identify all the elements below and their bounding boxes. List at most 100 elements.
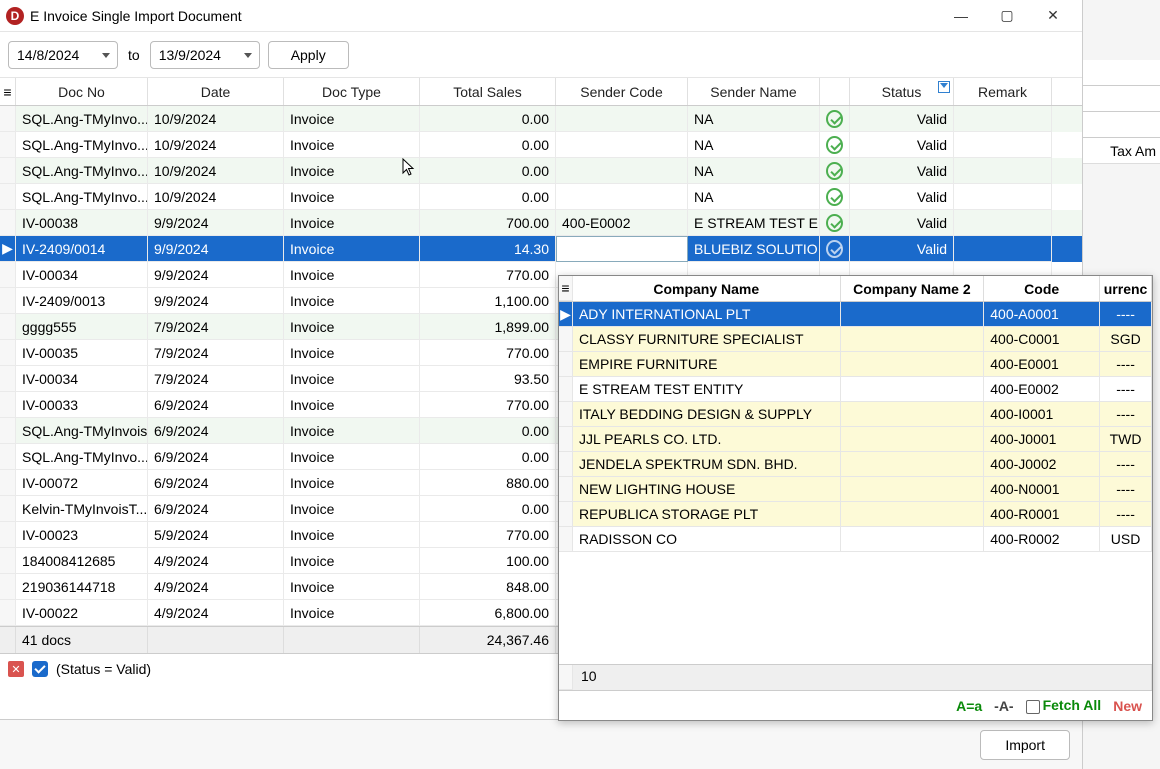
row-indicator	[0, 106, 16, 132]
date-from-input[interactable]: 14/8/2024	[8, 41, 118, 69]
popup-cell-name: NEW LIGHTING HOUSE	[573, 477, 841, 502]
cell-type: Invoice	[284, 522, 420, 548]
popup-cell-code: 400-R0001	[984, 502, 1100, 527]
popup-cell-cur: ----	[1100, 377, 1152, 402]
table-row[interactable]: SQL.Ang-TMyInvo...10/9/2024Invoice0.00NA…	[0, 106, 1082, 132]
sender-code-dropdown-trigger[interactable]	[556, 236, 688, 262]
cell-type: Invoice	[284, 340, 420, 366]
popup-row[interactable]: EMPIRE FURNITURE400-E0001----	[559, 352, 1152, 377]
cell-docno: 219036144718	[16, 574, 148, 600]
cell-docno: SQL.Ang-TMyInvo...	[16, 444, 148, 470]
cell-docno: 184008412685	[16, 548, 148, 574]
table-row[interactable]: IV-000389/9/2024Invoice700.00400-E0002E …	[0, 210, 1082, 236]
cell-type: Invoice	[284, 262, 420, 288]
popup-row[interactable]: RADISSON CO400-R0002USD	[559, 527, 1152, 552]
col-sender-code[interactable]: Sender Code	[556, 78, 688, 105]
titlebar: D E Invoice Single Import Document — ▢ ✕	[0, 0, 1082, 32]
maximize-button[interactable]: ▢	[984, 1, 1030, 31]
cell-type: Invoice	[284, 314, 420, 340]
col-status[interactable]: Status	[850, 78, 954, 105]
fetch-all-checkbox[interactable]: Fetch All	[1026, 697, 1102, 713]
popup-row[interactable]: E STREAM TEST ENTITY400-E0002----	[559, 377, 1152, 402]
popup-row-indicator	[559, 377, 573, 402]
popup-col-currency[interactable]: urrenc	[1100, 276, 1152, 301]
cell-sname: NA	[688, 106, 820, 132]
filter-icon[interactable]	[938, 81, 950, 93]
cell-sales: 0.00	[420, 158, 556, 184]
cell-sales: 6,800.00	[420, 600, 556, 626]
cell-docno: IV-00034	[16, 262, 148, 288]
popup-cell-name2	[841, 477, 985, 502]
cell-sales: 14.30	[420, 236, 556, 262]
table-row[interactable]: SQL.Ang-TMyInvo...10/9/2024Invoice0.00NA…	[0, 132, 1082, 158]
cell-sales: 0.00	[420, 444, 556, 470]
row-indicator	[0, 548, 16, 574]
popup-cell-name: JJL PEARLS CO. LTD.	[573, 427, 841, 452]
col-doctype[interactable]: Doc Type	[284, 78, 420, 105]
col-remark[interactable]: Remark	[954, 78, 1052, 105]
popup-cell-code: 400-E0001	[984, 352, 1100, 377]
cell-type: Invoice	[284, 574, 420, 600]
col-docno[interactable]: Doc No	[16, 78, 148, 105]
col-sender-name[interactable]: Sender Name	[688, 78, 820, 105]
popup-row[interactable]: REPUBLICA STORAGE PLT400-R0001----	[559, 502, 1152, 527]
popup-body: ▶ADY INTERNATIONAL PLT400-A0001----CLASS…	[559, 302, 1152, 552]
date-to-input[interactable]: 13/9/2024	[150, 41, 260, 69]
popup-col-company-name2[interactable]: Company Name 2	[841, 276, 985, 301]
import-button[interactable]: Import	[980, 730, 1070, 760]
popup-cell-code: 400-C0001	[984, 327, 1100, 352]
cell-docno: IV-2409/0014	[16, 236, 148, 262]
popup-row[interactable]: NEW LIGHTING HOUSE400-N0001----	[559, 477, 1152, 502]
popup-row[interactable]: ▶ADY INTERNATIONAL PLT400-A0001----	[559, 302, 1152, 327]
popup-col-company-name[interactable]: Company Name	[573, 276, 841, 301]
row-indicator	[0, 600, 16, 626]
popup-cell-cur: TWD	[1100, 427, 1152, 452]
popup-cell-code: 400-R0002	[984, 527, 1100, 552]
row-indicator	[0, 132, 16, 158]
col-date[interactable]: Date	[148, 78, 284, 105]
popup-row-indicator	[559, 327, 573, 352]
col-status-icon[interactable]	[820, 78, 850, 105]
row-indicator	[0, 366, 16, 392]
cell-sales: 0.00	[420, 132, 556, 158]
popup-cell-name2	[841, 302, 985, 327]
cell-scode	[556, 132, 688, 158]
table-row[interactable]: ▶IV-2409/00149/9/2024Invoice14.30BLUEBIZ…	[0, 236, 1082, 262]
side-panel-hint: Tax Am	[1082, 60, 1160, 164]
popup-row[interactable]: JENDELA SPEKTRUM SDN. BHD.400-J0002----	[559, 452, 1152, 477]
footer-total: 24,367.46	[420, 627, 556, 653]
cell-sname: NA	[688, 132, 820, 158]
popup-row[interactable]: ITALY BEDDING DESIGN & SUPPLY400-I0001--…	[559, 402, 1152, 427]
popup-cell-name2	[841, 527, 985, 552]
cell-status: Valid	[850, 236, 954, 262]
new-link[interactable]: New	[1113, 698, 1142, 714]
cell-sname: BLUEBIZ SOLUTIO...	[688, 236, 820, 262]
apply-button[interactable]: Apply	[268, 41, 349, 69]
check-icon	[826, 136, 843, 154]
cell-type: Invoice	[284, 548, 420, 574]
row-indicator	[0, 262, 16, 288]
cell-docno: IV-00023	[16, 522, 148, 548]
clear-filter-button[interactable]: ✕	[8, 661, 24, 677]
sender-code-dropdown[interactable]: ≡ Company Name Company Name 2 Code urren…	[558, 275, 1153, 721]
row-indicator	[0, 210, 16, 236]
minimize-button[interactable]: —	[938, 1, 984, 31]
popup-cell-cur: ----	[1100, 302, 1152, 327]
popup-row[interactable]: JJL PEARLS CO. LTD.400-J0001TWD	[559, 427, 1152, 452]
wildcard-toggle[interactable]: -A-	[994, 698, 1013, 714]
filter-check-icon[interactable]	[32, 661, 48, 677]
popup-row[interactable]: CLASSY FURNITURE SPECIALIST400-C0001SGD	[559, 327, 1152, 352]
popup-row-count: 10	[573, 665, 1152, 690]
cell-sales: 0.00	[420, 106, 556, 132]
row-selector-header[interactable]: ≡	[0, 78, 16, 105]
close-button[interactable]: ✕	[1030, 1, 1076, 31]
popup-col-code[interactable]: Code	[984, 276, 1100, 301]
table-row[interactable]: SQL.Ang-TMyInvo...10/9/2024Invoice0.00NA…	[0, 158, 1082, 184]
case-sensitive-toggle[interactable]: A=a	[956, 698, 982, 714]
col-total-sales[interactable]: Total Sales	[420, 78, 556, 105]
cell-date: 10/9/2024	[148, 106, 284, 132]
popup-row-selector-header[interactable]: ≡	[559, 276, 573, 301]
cell-status-icon	[820, 184, 850, 210]
cell-date: 10/9/2024	[148, 132, 284, 158]
table-row[interactable]: SQL.Ang-TMyInvo...10/9/2024Invoice0.00NA…	[0, 184, 1082, 210]
